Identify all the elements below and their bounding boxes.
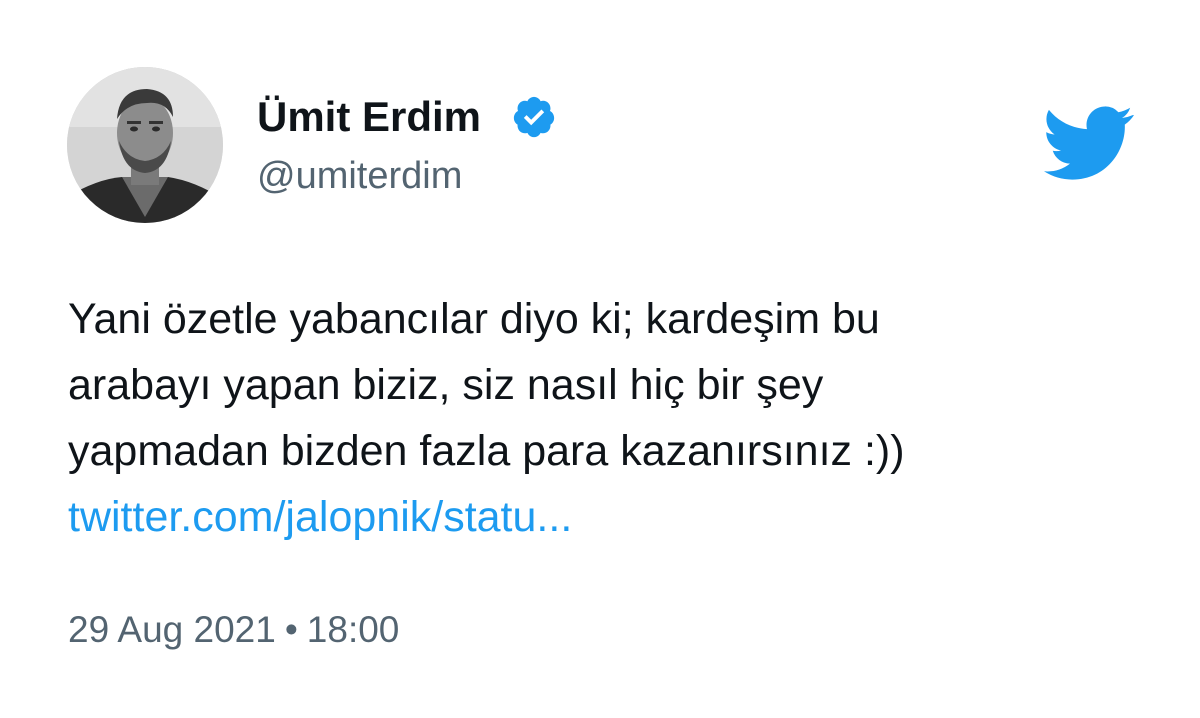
tweet-text-line: arabayı yapan biziz, siz nasıl hiç bir ş… <box>68 361 824 409</box>
tweet-text-line: yapmadan bizden fazla para kazanırsınız … <box>68 427 905 475</box>
tweet-link[interactable]: twitter.com/jalopnik/statu... <box>68 484 1068 550</box>
user-handle[interactable]: @umiterdim <box>257 153 462 199</box>
twitter-bird-icon <box>1044 106 1134 180</box>
tweet-time: 18:00 <box>306 609 400 650</box>
tweet-text-line: Yani özetle yabancılar diyo ki; kardeşim… <box>68 295 880 343</box>
avatar[interactable] <box>67 67 223 223</box>
tweet-text: Yani özetle yabancılar diyo ki; kardeşim… <box>68 286 1068 550</box>
meta-separator: • <box>284 609 298 650</box>
tweet-card: Ümit Erdim @umiterdim Yani özetle yabanc… <box>0 0 1200 718</box>
verified-badge-icon <box>513 96 555 138</box>
display-name[interactable]: Ümit Erdim <box>257 92 481 142</box>
avatar-photo <box>67 67 223 223</box>
tweet-timestamp[interactable]: 29 Aug 2021 • 18:00 <box>68 607 399 653</box>
tweet-date: 29 Aug 2021 <box>68 609 276 650</box>
